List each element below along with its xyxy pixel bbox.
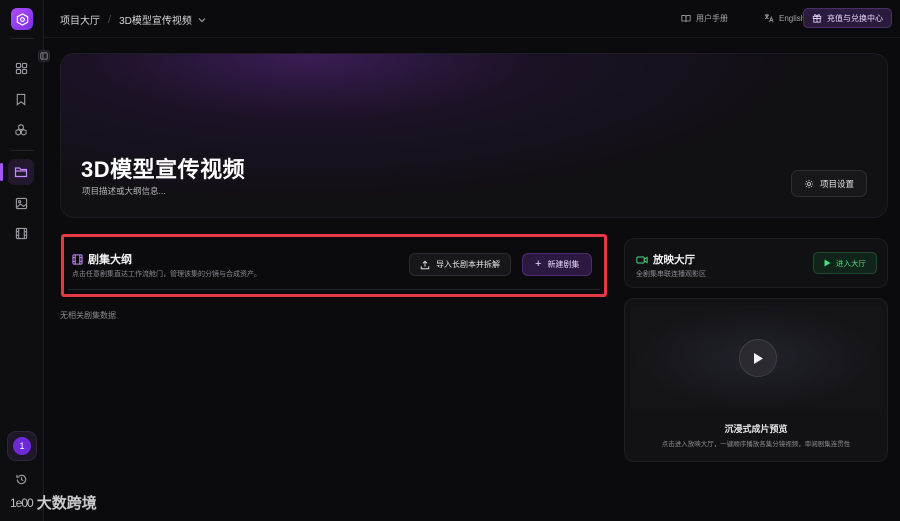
breadcrumb-current[interactable]: 3D模型宣传视频 bbox=[119, 12, 192, 27]
episode-outline-panel: 剧集大纲 点击任意剧集直达工作流舱门，管理该集的分镜与合成资产。 导入长剧本并拆… bbox=[61, 234, 607, 297]
screening-hall-title-text: 放映大厅 bbox=[653, 254, 695, 266]
play-icon bbox=[754, 352, 763, 364]
breadcrumb-separator: / bbox=[108, 13, 112, 26]
import-script-button[interactable]: 导入长剧本并拆解 bbox=[409, 253, 511, 276]
watermark-text: 大数跨境 bbox=[36, 495, 97, 512]
watermark-logo: 1e00 bbox=[10, 495, 34, 510]
import-script-label: 导入长剧本并拆解 bbox=[436, 260, 500, 269]
enter-hall-button[interactable]: 进入大厅 bbox=[813, 252, 877, 274]
film-preview-card[interactable]: 沉浸式成片预览 点击进入放映大厅，一键顺序播放各集分镜视频，审阅剧集连贯性 bbox=[624, 298, 888, 462]
preview-title: 沉浸式成片预览 bbox=[724, 424, 788, 434]
avatar-badge: 1 bbox=[13, 437, 31, 455]
user-manual-label: 用户手册 bbox=[696, 14, 728, 23]
play-icon bbox=[824, 259, 831, 267]
sidebar-item-projects[interactable] bbox=[0, 159, 34, 185]
top-bar: 项目大厅 / 3D模型宣传视频 用户手册 English 充值与兑换中心 bbox=[44, 0, 900, 38]
preview-video-area[interactable] bbox=[631, 305, 883, 411]
gift-icon bbox=[812, 14, 822, 23]
language-switch[interactable]: English bbox=[764, 13, 805, 23]
history-icon bbox=[15, 474, 26, 484]
screening-hall-subtitle: 全剧集串联连播观影区 bbox=[636, 271, 706, 278]
user-manual-link[interactable]: 用户手册 bbox=[681, 13, 728, 24]
film-icon bbox=[72, 253, 83, 265]
history-button[interactable] bbox=[8, 466, 34, 492]
rail-divider bbox=[10, 150, 34, 151]
watermark: 1e00 大数跨境 bbox=[10, 492, 97, 513]
recharge-center-button[interactable]: 充值与兑换中心 bbox=[803, 8, 892, 28]
episode-outline-subtitle: 点击任意剧集直达工作流舱门，管理该集的分镜与合成资产。 bbox=[72, 271, 261, 278]
sidebar-toggle-icon bbox=[40, 52, 48, 60]
chevron-down-icon[interactable] bbox=[198, 17, 206, 23]
folder-icon bbox=[14, 167, 28, 178]
project-description: 项目描述或大纲信息... bbox=[82, 186, 166, 196]
screening-hall-title: 放映大厅 bbox=[636, 252, 695, 267]
left-sidebar: 1 bbox=[0, 0, 44, 521]
preview-description: 点击进入放映大厅，一键顺序播放各集分镜视频，审阅剧集连贯性 bbox=[661, 441, 851, 448]
new-episode-label: 新建剧集 bbox=[547, 260, 580, 269]
episode-outline-title-text: 剧集大纲 bbox=[88, 254, 132, 266]
plus-icon: + bbox=[535, 258, 542, 270]
project-title: 3D模型宣传视频 bbox=[81, 157, 246, 182]
sidebar-item-assets[interactable] bbox=[8, 116, 34, 142]
sidebar-item-images[interactable] bbox=[8, 190, 34, 216]
image-icon bbox=[15, 197, 27, 209]
breadcrumb-root[interactable]: 项目大厅 bbox=[60, 12, 100, 27]
gear-icon bbox=[804, 179, 814, 188]
play-button[interactable] bbox=[739, 339, 777, 377]
breadcrumb: 项目大厅 / 3D模型宣传视频 bbox=[60, 12, 206, 27]
project-settings-label: 项目设置 bbox=[819, 178, 854, 189]
bookmark-icon bbox=[16, 93, 26, 106]
enter-hall-label: 进入大厅 bbox=[836, 258, 866, 268]
project-settings-button[interactable]: 项目设置 bbox=[790, 170, 867, 197]
cubes-icon bbox=[15, 123, 27, 136]
new-episode-button[interactable]: + 新建剧集 bbox=[522, 253, 593, 276]
app-logo-icon[interactable] bbox=[11, 8, 33, 30]
translate-icon bbox=[764, 13, 774, 23]
rail-divider bbox=[10, 38, 34, 39]
sidebar-item-dashboard[interactable] bbox=[8, 55, 34, 81]
video-camera-icon bbox=[636, 256, 648, 263]
sidebar-item-videos[interactable] bbox=[8, 220, 34, 246]
language-label: English bbox=[779, 13, 806, 23]
upload-icon bbox=[420, 260, 430, 269]
recharge-label: 充值与兑换中心 bbox=[827, 13, 883, 23]
grid-icon bbox=[15, 62, 27, 74]
film-icon bbox=[15, 227, 27, 239]
empty-episodes-message: 无相关剧集数据 bbox=[60, 311, 116, 320]
screening-hall-card: 放映大厅 全剧集串联连播观影区 进入大厅 bbox=[624, 238, 888, 288]
project-hero-banner: 3D模型宣传视频 项目描述或大纲信息... 项目设置 bbox=[60, 53, 888, 218]
book-icon bbox=[681, 15, 691, 22]
collapse-sidebar-button[interactable] bbox=[38, 50, 50, 62]
episode-outline-header: 剧集大纲 点击任意剧集直达工作流舱门，管理该集的分镜与合成资产。 导入长剧本并拆… bbox=[68, 241, 600, 290]
user-avatar[interactable]: 1 bbox=[7, 431, 37, 461]
sidebar-item-bookmarks[interactable] bbox=[8, 86, 34, 112]
episode-outline-title: 剧集大纲 bbox=[72, 251, 132, 267]
